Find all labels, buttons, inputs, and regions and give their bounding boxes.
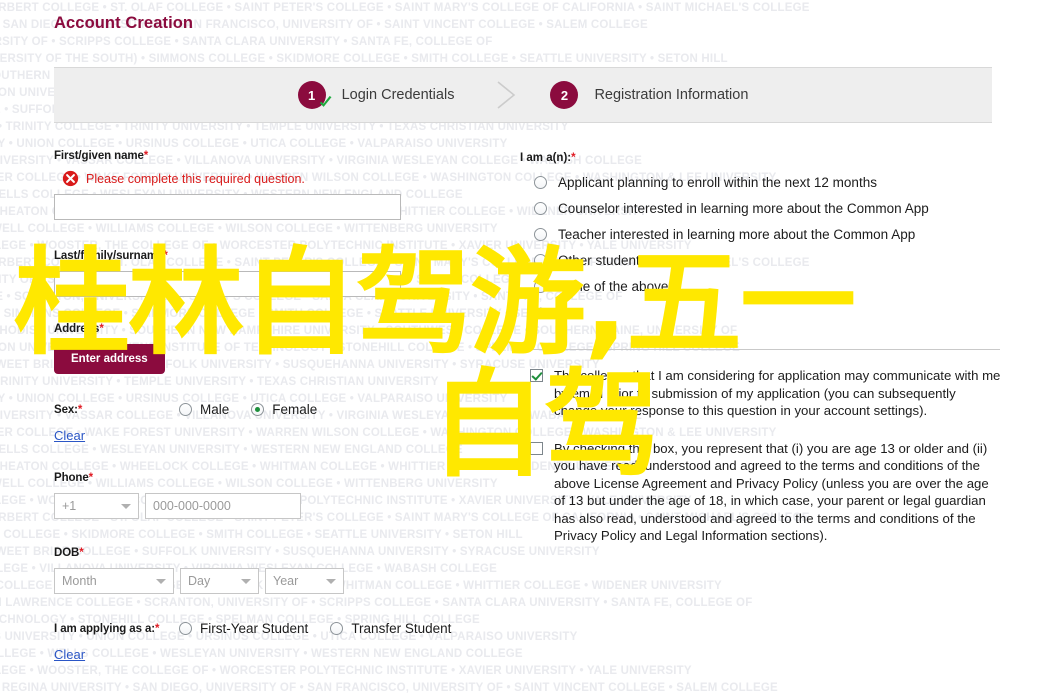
consent-row-terms[interactable]: By checking this box, you represent that… <box>520 440 1010 545</box>
checkbox-college-communication[interactable] <box>530 369 543 382</box>
i-am-a-option-applicant[interactable]: Applicant planning to enroll within the … <box>520 175 1010 190</box>
address-field-group: Address* Enter address <box>54 323 484 374</box>
radio-transfer-student[interactable] <box>330 622 344 635</box>
applying-as-field-group: I am applying as a:* First-Year Student … <box>54 621 484 662</box>
applying-as-radio-row: I am applying as a:* First-Year Student … <box>54 621 484 636</box>
applying-as-clear-link[interactable]: Clear <box>54 647 85 662</box>
step-2-badge: 2 <box>550 81 579 109</box>
required-asterisk: * <box>77 403 83 416</box>
i-am-a-option-teacher[interactable]: Teacher interested in learning more abou… <box>520 227 1010 242</box>
required-asterisk: * <box>571 152 576 164</box>
error-message-text: Please complete this required question. <box>86 171 305 186</box>
chevron-down-icon <box>156 579 166 584</box>
first-name-field-group: First/given name* Please complete this r… <box>54 150 484 220</box>
phone-input-row: +1 <box>54 493 484 519</box>
phone-country-code-value: +1 <box>62 499 77 513</box>
dob-month-select[interactable]: Month <box>54 568 174 594</box>
i-am-a-option-counselor-label: Counselor interested in learning more ab… <box>558 201 929 216</box>
progress-stepper: 1 Login Credentials 2 Registration Infor… <box>54 67 992 123</box>
i-am-a-option-other-student[interactable]: Other student <box>520 253 1010 268</box>
applying-as-option-transfer-label: Transfer Student <box>351 621 452 636</box>
last-name-label: Last/family/surname* <box>54 250 168 262</box>
i-am-a-option-none-label: None of the above <box>558 279 669 294</box>
phone-field-group: Phone* +1 <box>54 472 484 519</box>
i-am-a-option-teacher-label: Teacher interested in learning more abou… <box>558 227 916 242</box>
sex-option-male[interactable]: Male <box>179 402 229 417</box>
required-asterisk: * <box>99 323 104 335</box>
radio-none-of-the-above[interactable] <box>534 280 547 293</box>
last-name-input[interactable] <box>54 271 401 297</box>
radio-male[interactable] <box>179 403 192 416</box>
dob-day-value: Day <box>188 574 211 588</box>
chevron-down-icon <box>121 504 131 509</box>
chevron-down-icon <box>241 579 251 584</box>
radio-applicant[interactable] <box>534 176 547 189</box>
step-1-number: 1 <box>307 87 316 103</box>
step-2-number: 2 <box>560 87 569 103</box>
required-asterisk: * <box>155 622 160 635</box>
last-name-field-group: Last/family/surname* <box>54 250 484 297</box>
right-form-column: I am a(n):* Applicant planning to enroll… <box>520 152 1010 545</box>
left-form-column: First/given name* Please complete this r… <box>54 150 484 662</box>
i-am-a-option-applicant-label: Applicant planning to enroll within the … <box>558 175 877 190</box>
required-asterisk: * <box>163 250 168 262</box>
consent-communication-text: The colleges that I am considering for a… <box>554 368 1001 418</box>
phone-number-input[interactable] <box>145 493 301 519</box>
radio-counselor[interactable] <box>534 202 547 215</box>
step-registration-information[interactable]: 2 Registration Information <box>550 81 748 109</box>
sex-clear-link[interactable]: Clear <box>54 428 85 443</box>
applying-as-option-transfer[interactable]: Transfer Student <box>330 621 451 636</box>
applying-as-option-first-year-label: First-Year Student <box>200 621 309 636</box>
required-asterisk: * <box>79 547 84 559</box>
step-1-badge: 1 <box>297 81 332 109</box>
dob-year-select[interactable]: Year <box>265 568 344 594</box>
enter-address-button[interactable]: Enter address <box>54 344 165 374</box>
i-am-a-option-counselor[interactable]: Counselor interested in learning more ab… <box>520 201 1010 216</box>
i-am-a-radio-group: Applicant planning to enroll within the … <box>520 175 1010 294</box>
address-label: Address* <box>54 323 104 335</box>
consent-row-communication[interactable]: The colleges that I am considering for a… <box>520 367 1010 420</box>
chevron-right-icon <box>497 81 516 109</box>
sex-option-female-label: Female <box>272 402 318 417</box>
step-2-label: Registration Information <box>594 87 749 103</box>
first-name-error: Please complete this required question. <box>62 170 484 187</box>
radio-first-year-student[interactable] <box>179 622 192 635</box>
dob-select-row: Month Day Year <box>54 568 484 594</box>
dob-year-value: Year <box>273 574 299 588</box>
first-name-input[interactable] <box>54 194 401 220</box>
dob-field-group: DOB* Month Day Year <box>54 547 484 594</box>
sex-radio-row: Sex:* Male Female <box>54 402 484 417</box>
applying-as-label: I am applying as a:* <box>54 622 160 635</box>
required-asterisk: * <box>88 472 94 484</box>
required-asterisk: * <box>143 150 149 162</box>
sex-field-group: Sex:* Male Female Clear <box>54 402 484 443</box>
dob-month-value: Month <box>62 574 97 588</box>
radio-female[interactable] <box>251 403 265 416</box>
checkbox-terms-agreement[interactable] <box>530 441 543 455</box>
i-am-a-label: I am a(n):* <box>520 152 576 164</box>
radio-other-student[interactable] <box>534 254 547 267</box>
step-login-credentials[interactable]: 1 Login Credentials <box>297 81 455 109</box>
consent-terms-text: By checking this box, you represent that… <box>554 440 989 544</box>
error-circle-x-icon <box>62 170 79 187</box>
i-am-a-clear-link[interactable]: Clear <box>530 305 561 320</box>
chevron-down-icon <box>326 579 336 584</box>
sex-option-female[interactable]: Female <box>251 402 317 417</box>
i-am-a-option-other-student-label: Other student <box>558 253 640 268</box>
sex-option-male-label: Male <box>200 402 230 417</box>
dob-day-select[interactable]: Day <box>180 568 259 594</box>
check-icon <box>319 95 332 107</box>
first-name-label: First/given name* <box>54 150 149 162</box>
phone-country-code-select[interactable]: +1 <box>54 493 139 519</box>
section-divider <box>530 349 1000 350</box>
radio-teacher[interactable] <box>534 228 547 241</box>
dob-label: DOB* <box>54 547 84 559</box>
sex-label: Sex:* <box>54 403 83 416</box>
i-am-a-option-none[interactable]: None of the above <box>520 279 1010 294</box>
applying-as-option-first-year[interactable]: First-Year Student <box>179 621 308 636</box>
step-1-label: Login Credentials <box>341 87 455 103</box>
phone-label: Phone* <box>54 472 94 484</box>
page-title: Account Creation <box>54 14 194 32</box>
